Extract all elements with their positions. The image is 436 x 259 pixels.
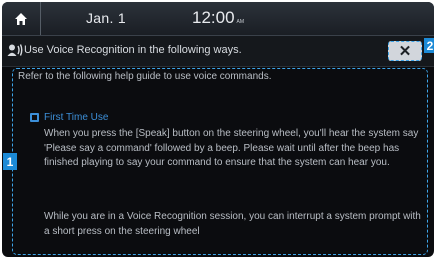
clock-time: 12:00 (192, 8, 235, 27)
clock-display: 12:00 AM (192, 8, 244, 28)
help-title-bar: Use Voice Recognition in the following w… (2, 36, 434, 67)
home-button[interactable] (2, 2, 41, 35)
help-paragraph-interrupt: While you are in a Voice Recognition ses… (44, 211, 421, 237)
status-bar: Jan. 1 12:00 AM (2, 2, 434, 36)
callout-label-1: 1 (3, 153, 17, 170)
help-title: Use Voice Recognition in the following w… (24, 44, 242, 56)
close-button[interactable]: ✕ (388, 41, 422, 61)
clock-ampm: AM (236, 19, 245, 25)
close-icon: ✕ (398, 43, 412, 60)
section-header: First Time Use (30, 112, 108, 123)
date-display: Jan. 1 (86, 10, 126, 26)
home-icon (15, 12, 27, 25)
voice-recognition-icon (7, 44, 23, 56)
section-bullet-icon (30, 113, 39, 122)
callout-label-2: 2 (424, 38, 434, 53)
help-intro-text: Refer to the following help guide to use… (18, 71, 272, 82)
section-title: First Time Use (44, 112, 109, 123)
help-paragraph-first-use: When you press the [Speak] button on the… (44, 128, 419, 168)
infotainment-screen: Jan. 1 12:00 AM Use Voice Recognition in … (2, 2, 434, 257)
